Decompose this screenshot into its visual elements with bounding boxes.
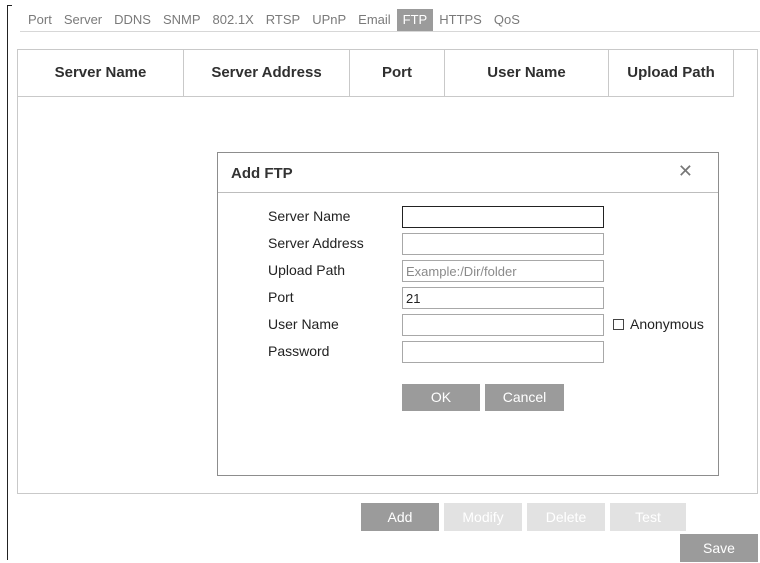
upload-path-input[interactable] [402, 260, 604, 282]
password-input[interactable] [402, 341, 604, 363]
password-label: Password [268, 343, 330, 359]
tab-snmp[interactable]: SNMP [157, 9, 207, 31]
tab-8021x[interactable]: 802.1X [207, 9, 260, 31]
anonymous-label: Anonymous [630, 316, 704, 332]
tab-bar: Port Server DDNS SNMP 802.1X RTSP UPnP E… [22, 9, 526, 31]
anonymous-checkbox[interactable] [613, 318, 624, 330]
tab-qos[interactable]: QoS [488, 9, 526, 31]
test-button[interactable]: Test [610, 503, 686, 531]
anonymous-option[interactable]: Anonymous [613, 316, 704, 332]
column-header-port: Port [350, 50, 445, 96]
tab-divider [20, 31, 760, 32]
column-header-user-name: User Name [445, 50, 609, 96]
tab-upnp[interactable]: UPnP [306, 9, 352, 31]
column-header-server-address: Server Address [184, 50, 350, 96]
delete-button[interactable]: Delete [527, 503, 605, 531]
user-name-input[interactable] [402, 314, 604, 336]
tab-ddns[interactable]: DDNS [108, 9, 157, 31]
tab-https[interactable]: HTTPS [433, 9, 488, 31]
server-address-label: Server Address [268, 235, 364, 251]
server-name-label: Server Name [268, 208, 351, 224]
tab-ftp[interactable]: FTP [396, 9, 434, 31]
tab-server[interactable]: Server [58, 9, 108, 31]
dialog-divider [218, 192, 718, 193]
tab-rtsp[interactable]: RTSP [260, 9, 306, 31]
left-border-tick [7, 5, 12, 6]
dialog-title: Add FTP [231, 165, 293, 182]
tab-email[interactable]: Email [352, 9, 397, 31]
modify-button[interactable]: Modify [444, 503, 522, 531]
add-ftp-dialog: Add FTP ✕ Server Name Server Address Upl… [217, 152, 719, 476]
user-name-label: User Name [268, 316, 339, 332]
upload-path-label: Upload Path [268, 262, 346, 278]
left-border-line [7, 5, 8, 560]
server-address-input[interactable] [402, 233, 604, 255]
server-name-input[interactable] [402, 206, 604, 228]
port-input[interactable] [402, 287, 604, 309]
cancel-button[interactable]: Cancel [485, 384, 564, 411]
table-header: Server Name Server Address Port User Nam… [18, 50, 734, 97]
save-button[interactable]: Save [680, 534, 758, 562]
port-label: Port [268, 289, 294, 305]
column-header-upload-path: Upload Path [609, 50, 734, 96]
ok-button[interactable]: OK [402, 384, 480, 411]
column-header-server-name: Server Name [18, 50, 184, 96]
close-icon[interactable]: ✕ [678, 161, 693, 182]
add-button[interactable]: Add [361, 503, 439, 531]
tab-port[interactable]: Port [22, 9, 58, 31]
